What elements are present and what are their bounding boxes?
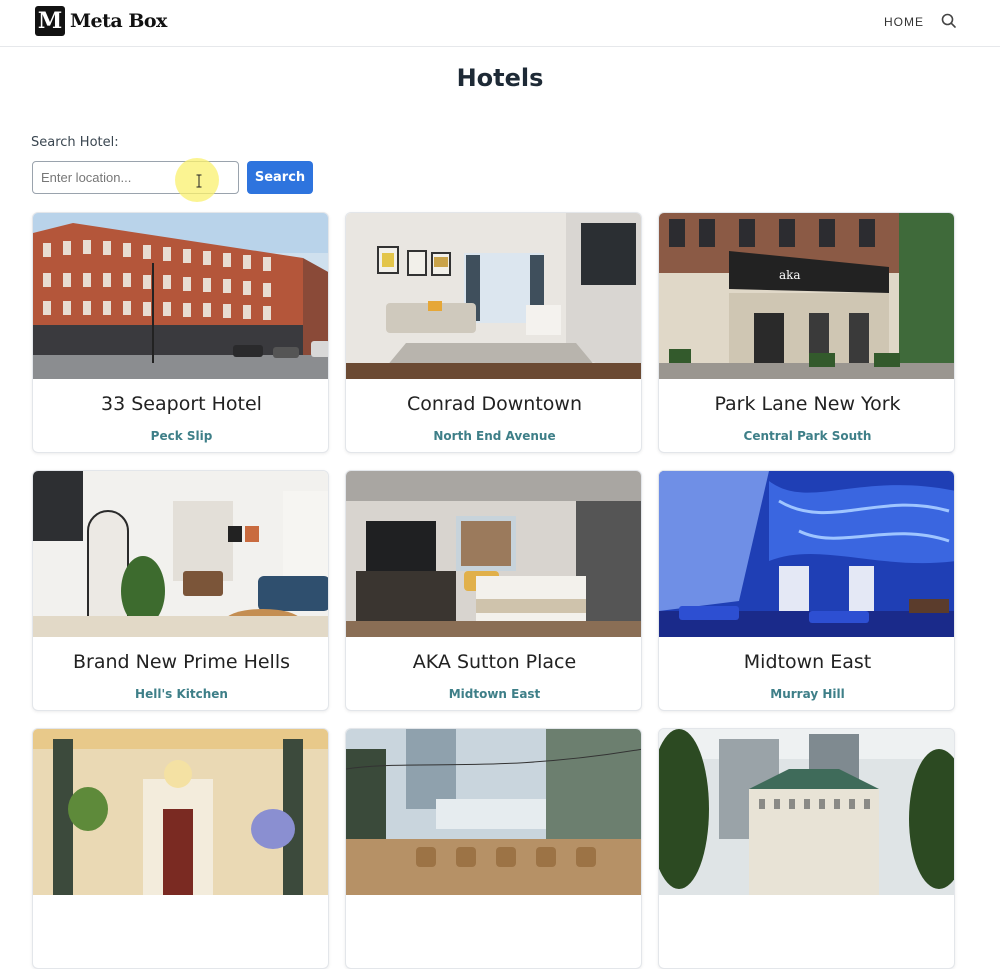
hotel-name: Park Lane New York (714, 393, 901, 415)
hotel-photo (346, 729, 641, 895)
hotel-name: Midtown East (743, 651, 872, 673)
nav-home-link[interactable]: HOME (884, 15, 924, 29)
hotel-name: 33 Seaport Hotel (101, 393, 262, 415)
hotel-photo (33, 729, 328, 895)
hotel-card[interactable]: aka Park Lane New York Central Park Sout… (658, 212, 955, 453)
hotel-card[interactable]: AKA Sutton Place Midtown East (345, 470, 642, 711)
site-logo[interactable]: M Meta Box (35, 6, 167, 36)
hotel-card[interactable] (658, 728, 955, 969)
hotel-name: AKA Sutton Place (412, 651, 577, 673)
search-icon[interactable] (940, 12, 958, 30)
site-header: M Meta Box HOME (0, 0, 1000, 47)
hotel-card[interactable]: Conrad Downtown North End Avenue (345, 212, 642, 453)
hotel-location[interactable]: North End Avenue (346, 429, 641, 443)
search-input[interactable] (32, 161, 239, 194)
hotel-photo (346, 471, 641, 637)
logo-text: Meta Box (70, 10, 167, 32)
search-label: Search Hotel: (31, 135, 119, 150)
hotel-photo (346, 213, 641, 379)
hotel-location[interactable]: Murray Hill (659, 687, 954, 701)
hotel-photo: aka (659, 213, 954, 379)
search-button[interactable]: Search (247, 161, 313, 194)
hotel-name: Brand New Prime Hells (73, 651, 290, 673)
hotel-card[interactable]: Midtown East Murray Hill (658, 470, 955, 711)
hotel-photo (659, 471, 954, 637)
hotel-card[interactable]: 33 Seaport Hotel Peck Slip (32, 212, 329, 453)
hotel-card[interactable] (345, 728, 642, 969)
svg-text:aka: aka (779, 268, 801, 282)
page-title: Hotels (456, 64, 544, 92)
hotel-location[interactable]: Midtown East (346, 687, 641, 701)
hotel-card[interactable]: Brand New Prime Hells Hell's Kitchen (32, 470, 329, 711)
hotel-photo (659, 729, 954, 895)
hotel-location[interactable]: Hell's Kitchen (33, 687, 328, 701)
hotel-location[interactable]: Central Park South (659, 429, 954, 443)
hotel-name: Conrad Downtown (407, 393, 582, 415)
hotel-card[interactable] (32, 728, 329, 969)
hotel-photo (33, 213, 328, 379)
hotel-photo (33, 471, 328, 637)
hotel-location[interactable]: Peck Slip (33, 429, 328, 443)
logo-mark: M (35, 6, 65, 36)
